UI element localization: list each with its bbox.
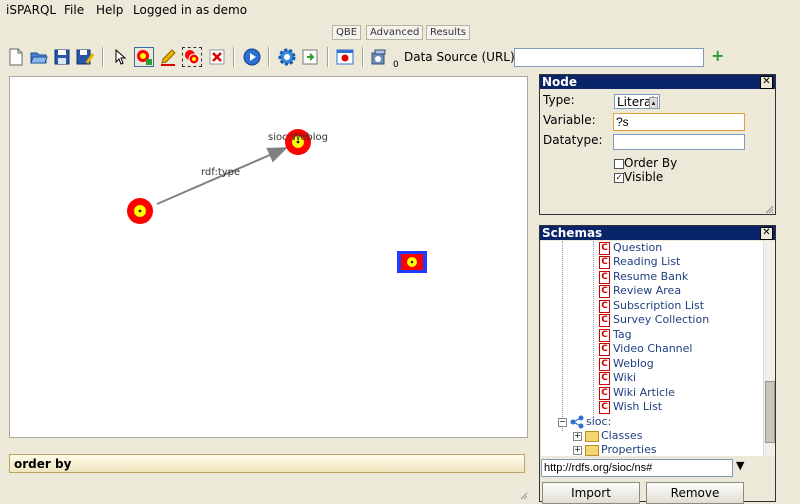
toolbar-separator bbox=[102, 47, 104, 67]
open-folder-icon[interactable] bbox=[29, 47, 49, 67]
spinner-icon[interactable]: ▴ bbox=[649, 97, 658, 109]
schemas-panel: Schemas ✕ C Question C Reading List C Resum… bbox=[539, 225, 776, 504]
load-icon[interactable] bbox=[300, 47, 320, 67]
visible-checkbox[interactable]: ✓ bbox=[614, 173, 624, 183]
datasource-label: Data Source (URL): bbox=[404, 50, 519, 64]
schema-url-input[interactable] bbox=[541, 459, 733, 477]
visible-checkbox-label: Visible bbox=[624, 170, 664, 184]
datatype-input[interactable] bbox=[613, 134, 745, 150]
tree-guide bbox=[562, 241, 563, 431]
subject-node[interactable] bbox=[127, 198, 153, 224]
toolbar-separator bbox=[233, 47, 235, 67]
menu-help[interactable]: Help bbox=[96, 3, 123, 17]
resize-grip-icon[interactable] bbox=[520, 490, 528, 500]
expand-icon[interactable]: + bbox=[573, 432, 582, 441]
dropdown-arrow-icon[interactable]: ▼ bbox=[736, 459, 744, 472]
connect-nodes-icon[interactable] bbox=[182, 47, 202, 67]
tree-guide bbox=[593, 241, 594, 417]
graph-svg bbox=[127, 129, 427, 273]
namespace-icon bbox=[570, 415, 584, 432]
toolbar-separator bbox=[327, 47, 329, 67]
tree-scrollbar[interactable] bbox=[763, 241, 775, 456]
order-by-checkbox-label: Order By bbox=[624, 156, 678, 170]
toolbar-separator bbox=[268, 47, 270, 67]
login-status: Logged in as demo bbox=[133, 3, 248, 17]
type-select[interactable]: Literal ▴ bbox=[614, 94, 660, 109]
type-label: Type: bbox=[543, 93, 575, 107]
datatype-label: Datatype: bbox=[543, 133, 603, 147]
class-icon: C bbox=[599, 372, 610, 385]
namespace-label[interactable]: sioc: bbox=[586, 415, 611, 428]
add-node-icon[interactable] bbox=[134, 47, 154, 67]
order-by-label: order by bbox=[14, 457, 72, 471]
class-icon: C bbox=[599, 300, 610, 313]
close-icon[interactable]: ✕ bbox=[760, 227, 773, 240]
datasource-input[interactable] bbox=[514, 48, 704, 67]
toolbar-separator bbox=[362, 47, 364, 67]
class-icon: C bbox=[599, 242, 610, 255]
select-pointer-icon[interactable] bbox=[110, 47, 130, 67]
node-label[interactable]: sioc:Weblog bbox=[268, 132, 328, 143]
count-badge: 0 bbox=[393, 60, 399, 70]
tab-results[interactable]: Results bbox=[426, 25, 471, 40]
class-icon: C bbox=[599, 358, 610, 371]
close-icon[interactable]: ✕ bbox=[760, 76, 773, 89]
class-icon: C bbox=[599, 256, 610, 269]
import-button[interactable]: Import bbox=[542, 482, 640, 504]
menu-bar: iSPARQL File Help Logged in as demo bbox=[0, 0, 800, 22]
new-file-icon[interactable] bbox=[6, 47, 26, 67]
class-icon: C bbox=[599, 329, 610, 342]
menu-file[interactable]: File bbox=[64, 3, 84, 17]
class-icon: C bbox=[599, 387, 610, 400]
resize-grip-icon[interactable] bbox=[765, 204, 774, 214]
pencil-icon[interactable] bbox=[158, 47, 178, 67]
tab-advanced[interactable]: Advanced bbox=[366, 25, 424, 40]
node-panel-title: Node bbox=[540, 75, 775, 89]
collapse-icon[interactable]: − bbox=[558, 418, 567, 427]
schema-tree: C Question C Reading List C Resume Bank C Re… bbox=[541, 241, 763, 456]
class-icon: C bbox=[599, 285, 610, 298]
datasource-icon[interactable] bbox=[370, 47, 390, 67]
class-icon: C bbox=[599, 343, 610, 356]
variable-input[interactable] bbox=[613, 113, 745, 131]
schemas-panel-title: Schemas bbox=[540, 226, 775, 240]
remove-button[interactable]: Remove bbox=[646, 482, 744, 504]
order-by-checkbox[interactable] bbox=[614, 159, 624, 169]
folder-icon bbox=[585, 431, 599, 442]
order-by-bar[interactable]: order by bbox=[9, 454, 525, 473]
tab-qbe[interactable]: QBE bbox=[332, 25, 362, 40]
window-icon[interactable] bbox=[335, 47, 355, 67]
folder-icon bbox=[585, 445, 599, 456]
selected-node[interactable] bbox=[397, 251, 427, 273]
app-name: iSPARQL bbox=[6, 3, 57, 17]
plus-icon[interactable]: + bbox=[711, 48, 724, 64]
expand-icon[interactable]: + bbox=[573, 446, 582, 455]
save-icon[interactable] bbox=[52, 47, 72, 67]
node-panel: Node ✕ Type: Literal ▴ Variable: Datatyp… bbox=[539, 74, 776, 215]
class-icon: C bbox=[599, 401, 610, 414]
save-as-icon[interactable] bbox=[75, 47, 95, 67]
properties-folder[interactable]: Properties bbox=[601, 443, 657, 456]
run-query-icon[interactable] bbox=[242, 47, 262, 67]
query-canvas[interactable]: rdf:type sioc:Weblog bbox=[9, 76, 528, 438]
variable-label: Variable: bbox=[543, 113, 596, 127]
scrollbar-thumb[interactable] bbox=[765, 381, 775, 443]
class-icon: C bbox=[599, 314, 610, 327]
delete-icon[interactable] bbox=[207, 47, 227, 67]
classes-folder[interactable]: Classes bbox=[601, 429, 642, 442]
class-icon: C bbox=[599, 271, 610, 284]
gear-icon[interactable] bbox=[277, 47, 297, 67]
edge-label[interactable]: rdf:type bbox=[201, 167, 240, 178]
